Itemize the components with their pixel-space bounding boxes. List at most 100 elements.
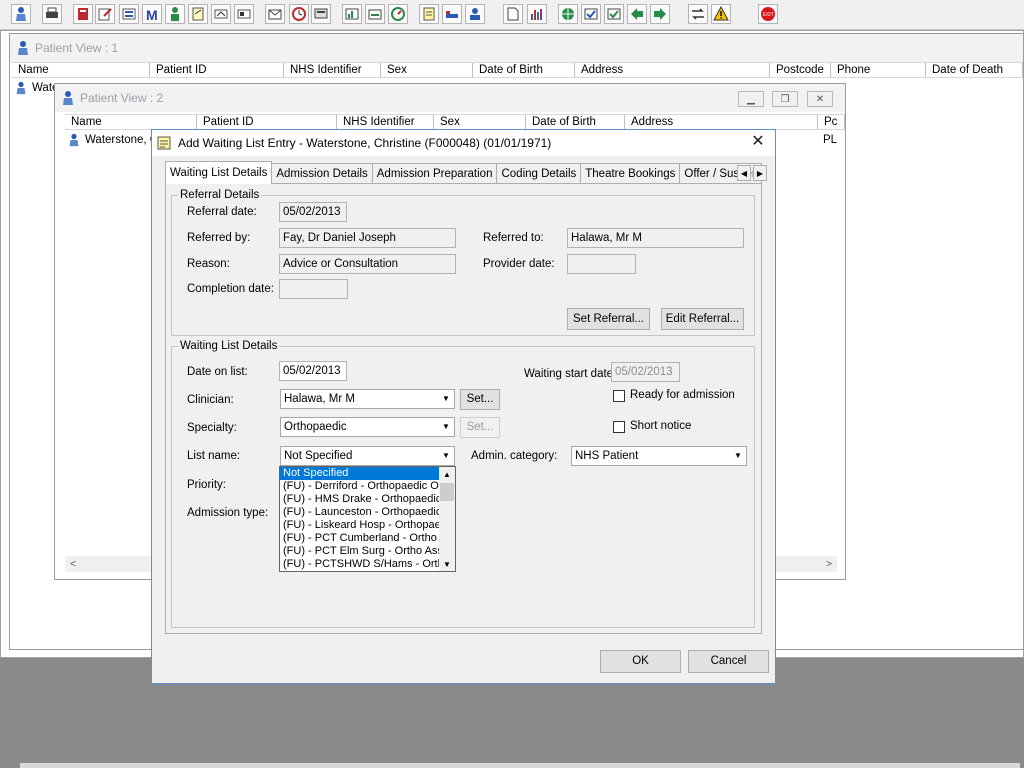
tab-coding-details[interactable]: Coding Details [496,163,582,184]
column-header[interactable]: Sex [381,63,473,77]
globe-icon[interactable] [558,4,578,24]
clinician-select[interactable]: Halawa, Mr M ▼ [280,389,455,409]
list-name-select[interactable]: Not Specified ▼ [280,446,455,466]
tab-waiting-list-details[interactable]: Waiting List Details [165,161,273,184]
workspace-scrollbar[interactable] [20,763,1020,768]
ok-button[interactable]: OK [600,650,681,673]
list-option[interactable]: (FU) - Liskeard Hosp - Orthopaedic [280,519,440,532]
scroll-left-icon[interactable]: < [65,559,81,570]
restore-icon[interactable]: ❐ [772,91,798,107]
column-header[interactable]: NHS Identifier [337,115,434,129]
folder-icon[interactable] [365,4,385,24]
close-icon[interactable]: ✕ [807,91,833,107]
person-icon[interactable] [165,4,185,24]
edit-referral-button[interactable]: Edit Referral... [661,308,744,330]
cancel-button[interactable]: Cancel [688,650,769,673]
column-header[interactable]: Phone [831,63,926,77]
set-specialty-button[interactable]: Set... [460,417,500,438]
chevron-down-icon[interactable]: ▼ [439,557,455,571]
admin-category-select[interactable]: NHS Patient ▼ [571,446,747,466]
patient-view-1-titlebar[interactable]: Patient View : 1 [10,34,1023,62]
screen-icon[interactable] [311,4,331,24]
tab-theatre-bookings[interactable]: Theatre Bookings [580,163,681,184]
specialty-select[interactable]: Orthopaedic ▼ [280,417,455,437]
column-header[interactable]: Address [575,63,770,77]
chevron-down-icon[interactable]: ▼ [438,390,454,408]
column-header[interactable]: Postcode [770,63,831,77]
patient-icon[interactable] [11,4,31,24]
column-header[interactable]: Patient ID [197,115,337,129]
checkmark-icon[interactable] [604,4,624,24]
return-icon[interactable] [650,4,670,24]
tab-scroll-left-icon[interactable]: ◀ [737,165,751,181]
set-clinician-button[interactable]: Set... [460,389,500,410]
column-header[interactable]: Pc [818,115,845,129]
column-header[interactable]: Patient ID [150,63,284,77]
mail-icon[interactable] [265,4,285,24]
dialog-titlebar[interactable]: Add Waiting List Entry - Waterstone, Chr… [152,130,775,156]
note-icon[interactable] [419,4,439,24]
dropdown-scrollbar[interactable]: ▲ ▼ [439,467,455,571]
patient-view-2-titlebar[interactable]: Patient View : 2 [55,84,845,112]
document-icon[interactable] [503,4,523,24]
completion-date-field[interactable] [279,279,348,299]
waiting-start-date-field[interactable]: 05/02/2013 [611,362,680,382]
column-header[interactable]: NHS Identifier [284,63,381,77]
notes-icon[interactable] [188,4,208,24]
short-notice-checkbox[interactable] [613,421,625,433]
list-option[interactable]: (FU) - HMS Drake - Orthopaedic [280,493,440,506]
reason-field[interactable]: Advice or Consultation [279,254,456,274]
checklist-icon[interactable] [581,4,601,24]
column-header[interactable]: Name [65,115,197,129]
referred-to-field[interactable]: Halawa, Mr M [567,228,744,248]
list-option[interactable]: (FU) - PCT Cumberland - Ortho Assess [280,532,440,545]
tab-admission-preparation[interactable]: Admission Preparation [371,163,498,184]
column-header[interactable]: Address [625,115,818,129]
chevron-up-icon[interactable]: ▲ [439,467,455,481]
date-on-list-field[interactable]: 05/02/2013 [279,361,347,381]
ready-for-admission-checkbox[interactable] [613,390,625,402]
list-option[interactable]: (FU) - PCT Elm Surg - Ortho Assess [280,545,440,558]
close-icon[interactable]: ✕ [749,133,767,151]
book-icon[interactable] [73,4,93,24]
list-option[interactable]: (FU) - Launceston - Orthopaedic [280,506,440,519]
clock-icon[interactable] [289,4,309,24]
column-header[interactable]: Date of Birth [473,63,575,77]
table-row[interactable]: Waterstone, C [67,132,158,148]
tab-scroll-right-icon[interactable]: ▶ [753,165,767,181]
column-header[interactable]: Date of Death [926,63,1023,77]
referral-date-field[interactable]: 05/02/2013 [279,202,347,222]
edit-icon[interactable] [95,4,115,24]
column-header[interactable]: Date of Birth [526,115,625,129]
set-referral-button[interactable]: Set Referral... [567,308,650,330]
barchart-icon[interactable] [527,4,547,24]
warning-icon[interactable] [711,4,731,24]
column-header[interactable]: Sex [434,115,526,129]
scroll-right-icon[interactable]: > [821,559,837,570]
minimize-icon[interactable]: ▁ [738,91,764,107]
list-option[interactable]: Not Specified [280,467,440,480]
chevron-down-icon[interactable]: ▼ [438,447,454,465]
referred-by-field[interactable]: Fay, Dr Daniel Joseph [279,228,456,248]
list-option[interactable]: (FU) - Derriford - Orthopaedic OPD [280,480,440,493]
swap-icon[interactable] [688,4,708,24]
printer-icon[interactable] [42,4,62,24]
chart-icon[interactable] [342,4,362,24]
tab-admission-details[interactable]: Admission Details [271,163,373,184]
m-icon[interactable]: M [142,4,162,24]
list-option[interactable]: (FU) - PCTSHWD S/Hams - Ortho [280,558,440,571]
dial-icon[interactable] [388,4,408,24]
transfer-icon[interactable] [627,4,647,24]
exit-icon[interactable]: EXIT [758,4,778,24]
column-header[interactable]: Name [12,63,150,77]
flag-icon[interactable] [211,4,231,24]
scroll-thumb[interactable] [440,483,454,501]
table-row[interactable]: Wate [14,80,58,96]
form-icon[interactable] [119,4,139,24]
chevron-down-icon[interactable]: ▼ [730,447,746,465]
card-icon[interactable] [234,4,254,24]
provider-date-field[interactable] [567,254,636,274]
doctor-icon[interactable] [465,4,485,24]
chevron-down-icon[interactable]: ▼ [438,418,454,436]
bed-icon[interactable] [442,4,462,24]
